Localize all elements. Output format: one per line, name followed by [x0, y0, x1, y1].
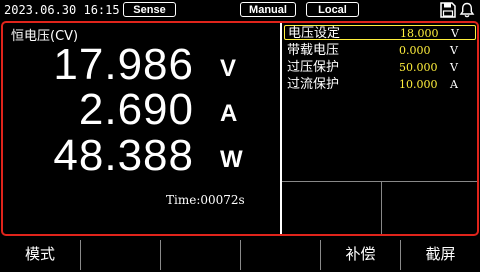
current-reading: 2.690 A	[3, 87, 280, 133]
softkey-3[interactable]	[161, 237, 240, 272]
measurement-panel: 恒电压(CV) 17.986 V 2.690 A 48.388 W Time:0…	[3, 23, 280, 234]
param-label: 带载电压	[287, 43, 340, 58]
local-indicator[interactable]: Local	[306, 2, 359, 17]
param-voltage-setting[interactable]: 电压设定 18.000 V	[284, 25, 476, 41]
status-bar: 2023.06.30 16:15 Sense Manual Local	[0, 0, 480, 20]
voltage-value: 17.986	[53, 40, 194, 89]
param-unit: A	[450, 78, 458, 91]
main-display: 恒电压(CV) 17.986 V 2.690 A 48.388 W Time:0…	[1, 21, 479, 236]
softkey-screenshot[interactable]: 截屏	[401, 237, 480, 272]
status-icons	[440, 2, 476, 18]
param-unit: V	[450, 44, 458, 57]
softkey-compensation[interactable]: 补偿	[321, 237, 400, 272]
power-value: 48.388	[53, 131, 194, 180]
right-panel-divider	[282, 181, 477, 182]
voltage-unit: V	[220, 55, 237, 82]
elapsed-time: Time:00072s	[166, 193, 245, 207]
save-icon	[440, 2, 456, 18]
param-label: 过流保护	[287, 77, 340, 92]
param-unit: V	[451, 27, 459, 40]
current-value: 2.690	[78, 85, 194, 134]
current-unit: A	[220, 100, 238, 127]
param-value: 0.000	[399, 44, 431, 57]
mode-indicator[interactable]: Manual	[240, 2, 296, 17]
sense-indicator[interactable]: Sense	[123, 2, 176, 17]
param-value: 10.000	[399, 78, 438, 91]
bell-icon	[459, 2, 475, 18]
param-overvoltage-protection[interactable]: 过压保护 50.000 V	[284, 60, 476, 75]
param-load-voltage[interactable]: 带载电压 0.000 V	[284, 43, 476, 58]
param-overcurrent-protection[interactable]: 过流保护 10.000 A	[284, 77, 476, 92]
power-unit: W	[220, 146, 243, 173]
param-unit: V	[450, 61, 458, 74]
softkey-4[interactable]	[241, 237, 320, 272]
datetime: 2023.06.30 16:15	[4, 3, 120, 17]
voltage-reading: 17.986 V	[3, 42, 280, 88]
param-label: 电压设定	[288, 26, 341, 41]
param-value: 50.000	[399, 61, 438, 74]
softkey-mode[interactable]: 模式	[0, 237, 80, 272]
right-panel-split	[381, 182, 382, 234]
power-reading: 48.388 W	[3, 133, 280, 179]
param-value: 18.000	[400, 27, 439, 40]
settings-panel: 电压设定 18.000 V 带载电压 0.000 V 过压保护 50.000 V…	[282, 23, 477, 234]
softkey-bar: 模式 补偿 截屏	[0, 237, 480, 272]
param-label: 过压保护	[287, 60, 340, 75]
softkey-2[interactable]	[81, 237, 160, 272]
